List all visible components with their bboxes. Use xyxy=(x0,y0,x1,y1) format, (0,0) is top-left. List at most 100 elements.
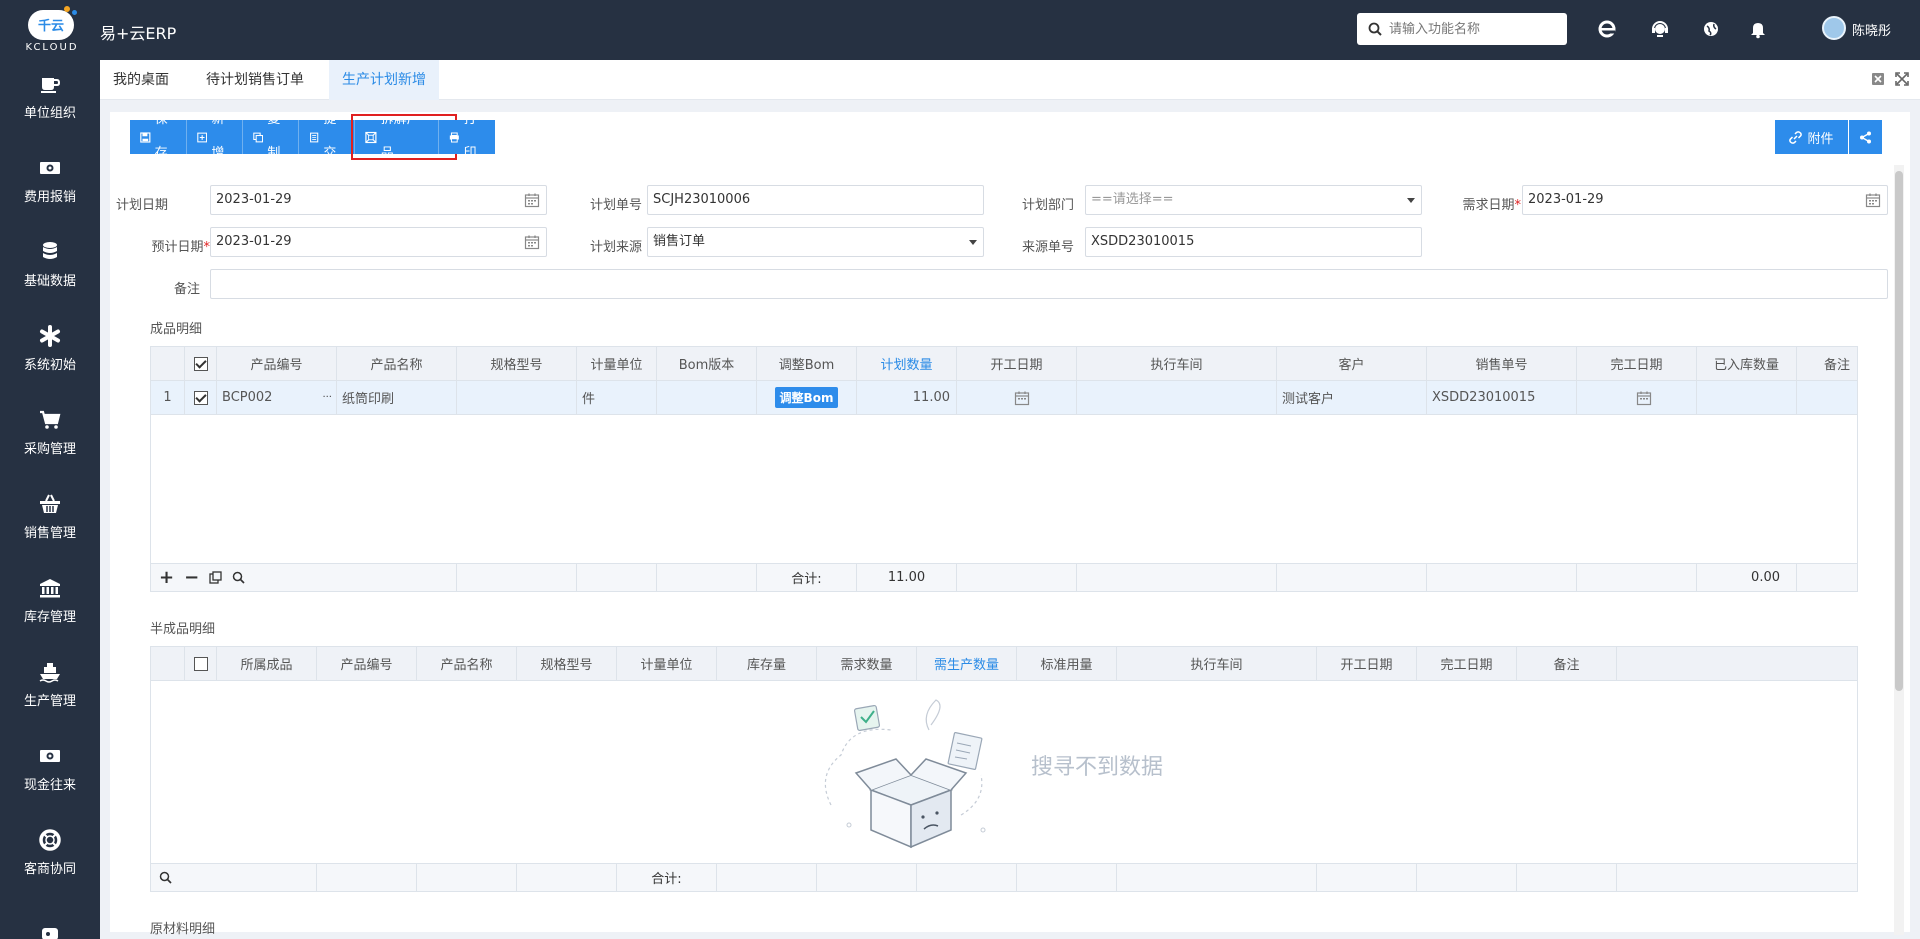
ellipsis-icon[interactable]: ··· xyxy=(322,392,332,403)
adjust-bom-button[interactable]: 调整Bom xyxy=(774,387,839,408)
source-no-field[interactable]: XSDD23010015 xyxy=(1085,227,1422,257)
stocked-qty-cell[interactable] xyxy=(1697,381,1797,414)
col-header[interactable]: 计量单位 xyxy=(577,347,657,380)
scrollbar-thumb[interactable] xyxy=(1895,171,1903,691)
plan-date-field[interactable]: 2023-01-29 xyxy=(210,185,547,215)
app-logo[interactable]: 千云 KCLOUD xyxy=(14,6,88,54)
bell-icon[interactable] xyxy=(1747,18,1769,40)
product-name-cell[interactable]: 纸筒印刷 xyxy=(337,381,457,414)
copy-button[interactable]: 复制 xyxy=(243,112,299,161)
product-code-cell[interactable]: BCP002 ··· xyxy=(217,381,337,414)
col-header[interactable]: 执行车间 xyxy=(1077,347,1277,380)
share-button[interactable] xyxy=(1849,120,1882,154)
col-header[interactable]: 执行车间 xyxy=(1117,647,1317,680)
ie-icon[interactable] xyxy=(1596,18,1618,40)
sidebar-item-basedata[interactable]: 基础数据 xyxy=(0,228,100,312)
start-date-cell[interactable] xyxy=(957,381,1077,414)
finish-date-cell[interactable] xyxy=(1577,381,1697,414)
col-header[interactable]: 需求数量 xyxy=(817,647,917,680)
tab-pending-sales-orders[interactable]: 待计划销售订单 xyxy=(193,60,317,100)
remark-field[interactable] xyxy=(210,269,1888,299)
page-scrollbar[interactable] xyxy=(1894,165,1904,935)
row-checkbox[interactable] xyxy=(193,390,208,405)
fullscreen-icon[interactable] xyxy=(1895,72,1909,86)
row-number-header xyxy=(151,347,185,380)
function-search[interactable] xyxy=(1357,13,1567,45)
search-icon[interactable] xyxy=(159,871,172,884)
remove-row-icon[interactable]: − xyxy=(184,567,199,588)
calendar-icon[interactable] xyxy=(524,192,540,208)
sidebar-item-expense[interactable]: 费用报销 xyxy=(0,144,100,228)
attachment-button[interactable]: 附件 xyxy=(1775,120,1848,154)
col-header[interactable]: 计划数量 xyxy=(857,347,957,380)
globe-icon[interactable] xyxy=(1700,18,1722,40)
plan-dept-select[interactable]: ==请选择== xyxy=(1085,185,1422,215)
col-header[interactable]: 产品名称 xyxy=(417,647,517,680)
sales-no-cell[interactable]: XSDD23010015 xyxy=(1427,381,1577,414)
select-all-checkbox[interactable] xyxy=(193,356,208,371)
col-header[interactable]: 完工日期 xyxy=(1417,647,1517,680)
unit-cell[interactable]: 件 xyxy=(577,381,657,414)
calendar-icon[interactable] xyxy=(1014,390,1030,406)
search-input[interactable] xyxy=(1389,19,1559,39)
sidebar-item-partner[interactable]: 客商协同 xyxy=(0,816,100,900)
col-header[interactable]: 完工日期 xyxy=(1577,347,1697,380)
col-header[interactable]: 开工日期 xyxy=(957,347,1077,380)
copy-row-icon[interactable] xyxy=(209,571,222,584)
tab-desktop[interactable]: 我的桌面 xyxy=(100,60,182,100)
plan-qty-cell[interactable]: 11.00 xyxy=(857,381,957,414)
plan-source-select[interactable]: 销售订单 xyxy=(647,227,984,257)
calendar-icon[interactable] xyxy=(1636,390,1652,406)
col-header[interactable]: 产品编号 xyxy=(217,347,337,380)
col-header[interactable]: 备注 xyxy=(1797,347,1857,380)
col-header[interactable]: Bom版本 xyxy=(657,347,757,380)
workshop-cell[interactable] xyxy=(1077,381,1277,414)
sidebar-item-production[interactable]: 生产管理 xyxy=(0,648,100,732)
col-header[interactable]: 开工日期 xyxy=(1317,647,1417,680)
col-header[interactable]: 产品名称 xyxy=(337,347,457,380)
sidebar-item-cash[interactable]: 现金往来 xyxy=(0,732,100,816)
need-date-field[interactable]: 2023-01-29 xyxy=(1522,185,1888,215)
col-header[interactable]: 产品编号 xyxy=(317,647,417,680)
sidebar-item-init[interactable]: 系统初始 xyxy=(0,312,100,396)
plan-no-field[interactable]: SCJH23010006 xyxy=(647,185,984,215)
add-button[interactable]: 新增 xyxy=(187,112,243,161)
est-date-field[interactable]: 2023-01-29 xyxy=(210,227,547,257)
calendar-icon[interactable] xyxy=(524,234,540,250)
close-all-tabs-icon[interactable] xyxy=(1871,72,1885,86)
col-header[interactable]: 已入库数量 xyxy=(1697,347,1797,380)
col-header[interactable]: 客户 xyxy=(1277,347,1427,380)
more-nav-icon[interactable] xyxy=(38,926,62,939)
col-header[interactable]: 计量单位 xyxy=(617,647,717,680)
username[interactable]: 陈晓彤 xyxy=(1852,20,1891,39)
col-header[interactable]: 规格型号 xyxy=(457,347,577,380)
submit-button[interactable]: 提交 xyxy=(299,112,355,161)
spec-cell[interactable] xyxy=(457,381,577,414)
note-cell[interactable] xyxy=(1797,381,1857,414)
col-header[interactable]: 所属成品 xyxy=(217,647,317,680)
search-icon[interactable] xyxy=(232,571,245,584)
col-header[interactable]: 销售单号 xyxy=(1427,347,1577,380)
print-button[interactable]: 打印 xyxy=(439,112,495,161)
col-header[interactable]: 需生产数量 xyxy=(917,647,1017,680)
table-row[interactable]: 1 BCP002 ··· 纸筒印刷 件 调整Bom 11.00 测试客户 XSDD… xyxy=(151,381,1857,415)
bom-version-cell[interactable] xyxy=(657,381,757,414)
support-icon[interactable] xyxy=(1649,18,1671,40)
sidebar-item-inventory[interactable]: 库存管理 xyxy=(0,564,100,648)
col-header[interactable]: 标准用量 xyxy=(1017,647,1117,680)
col-header[interactable]: 备注 xyxy=(1517,647,1617,680)
col-header[interactable]: 规格型号 xyxy=(517,647,617,680)
tab-production-plan-new[interactable]: 生产计划新增 xyxy=(329,60,439,100)
sidebar-item-sales[interactable]: 销售管理 xyxy=(0,480,100,564)
footer-cell xyxy=(1317,864,1417,891)
sidebar-item-org[interactable]: 单位组织 xyxy=(0,60,100,144)
avatar[interactable] xyxy=(1822,16,1846,40)
save-button[interactable]: 保存 xyxy=(130,112,187,161)
col-header[interactable]: 库存量 xyxy=(717,647,817,680)
col-header[interactable]: 调整Bom xyxy=(757,347,857,380)
customer-cell[interactable]: 测试客户 xyxy=(1277,381,1427,414)
calendar-icon[interactable] xyxy=(1865,192,1881,208)
select-all-checkbox[interactable] xyxy=(193,656,208,671)
add-row-icon[interactable]: + xyxy=(159,567,174,588)
sidebar-item-purchase[interactable]: 采购管理 xyxy=(0,396,100,480)
